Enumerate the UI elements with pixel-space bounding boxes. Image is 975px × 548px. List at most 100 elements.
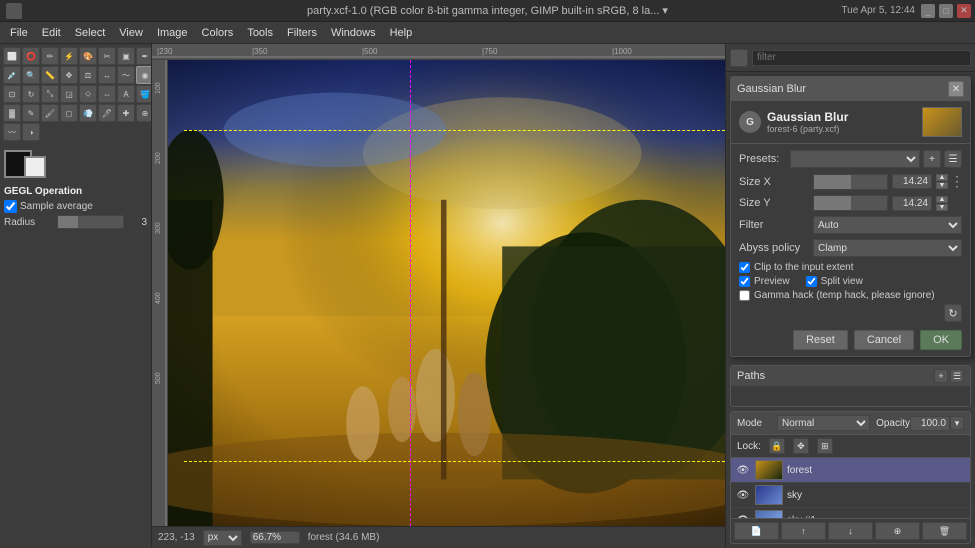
size-y-input[interactable] [892,196,932,211]
layer-lower-button[interactable]: ↓ [828,522,873,540]
size-x-slider[interactable] [813,174,888,190]
tool-pencil[interactable]: ✎ [22,104,40,122]
filter-select[interactable]: Auto IIR RLE [813,216,962,234]
layer-forest[interactable]: 👁 forest [731,458,970,483]
menu-help[interactable]: Help [384,25,419,41]
tool-color-picker[interactable]: 💉 [3,66,21,84]
gamma-checkbox[interactable] [739,290,750,301]
menu-tools[interactable]: Tools [241,25,279,41]
tool-gradient[interactable]: ▓ [3,104,21,122]
sample-average-checkbox[interactable] [4,200,17,213]
menu-windows[interactable]: Windows [325,25,382,41]
tool-text[interactable]: A [117,85,135,103]
lock-pixels-button[interactable]: 🔒 [769,438,785,454]
right-panels: Gaussian Blur ✕ G Gaussian Blur forest-6… [725,44,975,548]
tool-bucket[interactable]: 🪣 [136,85,152,103]
tool-scissors[interactable]: ✂ [98,47,116,65]
tool-align[interactable]: ⚖ [79,66,97,84]
menu-colors[interactable]: Colors [196,25,240,41]
gb-plugin-info: Gaussian Blur forest-6 (party.xcf) [767,110,848,134]
ok-button[interactable]: OK [920,330,962,350]
tool-dodge[interactable]: ◑ [22,123,40,141]
layer-sky1[interactable]: 👁 sky #1 [731,508,970,518]
tool-transform[interactable]: ↔ [98,66,116,84]
lock-position-button[interactable]: ✥ [793,438,809,454]
color-swatch[interactable] [4,148,147,178]
presets-select[interactable] [790,150,920,168]
gb-close-button[interactable]: ✕ [948,81,964,97]
tool-ellipse-select[interactable]: ⭕ [22,47,40,65]
tool-scale[interactable]: ⤡ [41,85,59,103]
layer-sky[interactable]: 👁 sky [731,483,970,508]
layer-forest-eye[interactable]: 👁 [735,462,751,478]
tool-fuzzy-select[interactable]: ⚡ [60,47,78,65]
menu-select[interactable]: Select [69,25,112,41]
refresh-button[interactable]: ↻ [944,304,962,322]
menu-image[interactable]: Image [151,25,194,41]
menu-edit[interactable]: Edit [36,25,67,41]
size-x-down[interactable]: ▼ [936,182,948,189]
tool-measure[interactable]: 📏 [41,66,59,84]
paths-config-button[interactable]: ☰ [950,369,964,383]
reset-button[interactable]: Reset [793,330,848,350]
tool-shear[interactable]: ◲ [60,85,78,103]
radius-slider[interactable] [57,215,124,229]
lock-all-button[interactable]: ⊞ [817,438,833,454]
tool-clone[interactable]: ⊕ [136,104,152,122]
menu-filters[interactable]: Filters [281,25,323,41]
presets-add-button[interactable]: + [923,150,941,168]
tool-paintbrush[interactable]: 🖌 [41,104,59,122]
size-y-slider[interactable] [813,195,888,211]
layer-raise-button[interactable]: ↑ [781,522,826,540]
gb-header: G Gaussian Blur forest-6 (party.xcf) [731,101,970,144]
tool-flip[interactable]: ⇔ [98,85,116,103]
menu-file[interactable]: File [4,25,34,41]
opacity-arrows[interactable]: ▾ [950,416,964,430]
background-color[interactable] [24,156,46,178]
tool-airbrush[interactable]: 💨 [79,104,97,122]
presets-menu-button[interactable]: ☰ [944,150,962,168]
tool-zoom[interactable]: 🔍 [22,66,40,84]
tool-foreground-select[interactable]: ▣ [117,47,135,65]
tool-rect-select[interactable]: ⬜ [3,47,21,65]
split-view-checkbox[interactable] [806,276,817,287]
close-button[interactable]: ✕ [957,4,971,18]
zoom-input[interactable] [250,531,300,544]
tool-smudge[interactable]: 〰 [3,123,21,141]
cancel-button[interactable]: Cancel [854,330,914,350]
tool-blur[interactable]: ◉ [136,66,152,84]
size-x-input[interactable] [892,174,932,189]
layer-duplicate-button[interactable]: ⊕ [875,522,920,540]
tool-heal[interactable]: ✚ [117,104,135,122]
abyss-select[interactable]: Clamp None Loop [813,239,962,257]
tool-erase[interactable]: ◻ [60,104,78,122]
size-x-up[interactable]: ▲ [936,174,948,181]
size-y-up[interactable]: ▲ [936,196,948,203]
menu-view[interactable]: View [113,25,149,41]
layer-new-button[interactable]: 📄 [734,522,779,540]
tool-rotate[interactable]: ↻ [22,85,40,103]
opacity-input[interactable] [910,416,950,431]
layer-sky-eye[interactable]: 👁 [735,487,751,503]
preview-checkbox[interactable] [739,276,750,287]
tool-paths[interactable]: ✒ [136,47,152,65]
paths-new-button[interactable]: + [934,369,948,383]
clip-checkbox[interactable] [739,262,750,273]
layer-delete-button[interactable]: 🗑 [922,522,967,540]
tool-warp[interactable]: 〜 [117,66,135,84]
mode-select[interactable]: Normal Multiply Screen [777,415,870,431]
tool-ink[interactable]: 🖊 [98,104,116,122]
canvas-container[interactable]: 100 200 300 400 500 [152,60,725,526]
unit-select[interactable]: px in mm [203,530,242,546]
clip-row: Clip to the input extent [739,262,962,273]
tool-perspective[interactable]: ⬦ [79,85,97,103]
tool-move[interactable]: ✥ [60,66,78,84]
canvas-image[interactable] [168,60,725,526]
filter-input-field[interactable] [752,50,971,66]
tool-select-by-color[interactable]: 🎨 [79,47,97,65]
size-y-down[interactable]: ▼ [936,204,948,211]
minimize-button[interactable]: _ [921,4,935,18]
maximize-button[interactable]: □ [939,4,953,18]
tool-crop[interactable]: ⊡ [3,85,21,103]
tool-free-select[interactable]: ✏ [41,47,59,65]
